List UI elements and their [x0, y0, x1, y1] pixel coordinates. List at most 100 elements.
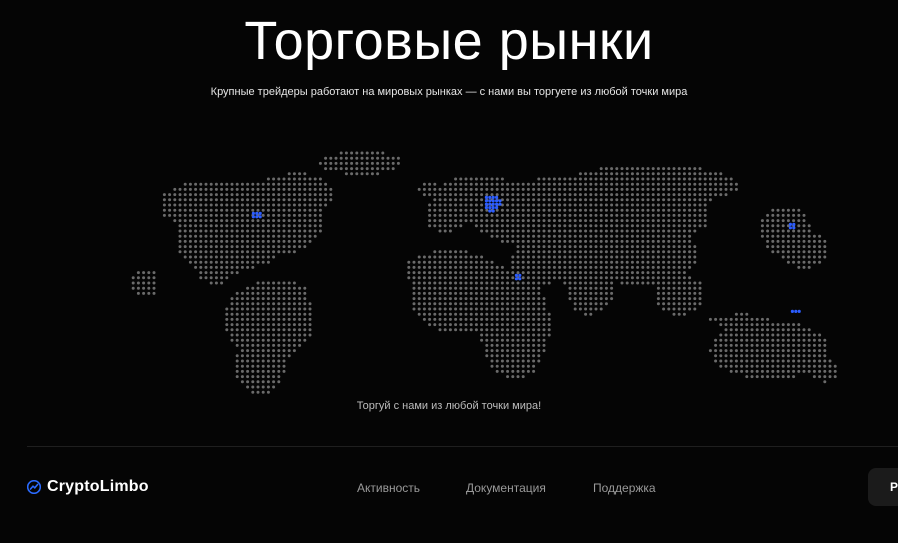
map-dot	[615, 250, 619, 254]
map-dot	[194, 250, 198, 254]
map-dot	[292, 286, 296, 290]
map-dot	[251, 380, 255, 384]
map-dot	[802, 328, 806, 332]
map-dot	[693, 177, 697, 181]
map-dot	[625, 177, 629, 181]
map-dot	[818, 349, 822, 353]
map-dot	[459, 193, 463, 197]
map-dot	[152, 281, 156, 285]
map-dot	[318, 177, 322, 181]
map-dot	[246, 245, 250, 249]
map-dot	[516, 312, 520, 316]
map-dot	[786, 349, 790, 353]
map-dot	[792, 349, 796, 353]
map-dot	[714, 343, 718, 347]
map-dot	[152, 286, 156, 290]
map-dot	[797, 234, 801, 238]
map-dot	[292, 317, 296, 321]
map-dot	[599, 265, 603, 269]
map-dot	[521, 354, 525, 358]
map-dot	[464, 203, 468, 207]
map-dot	[209, 239, 213, 243]
map-dot	[433, 255, 437, 259]
map-dot	[480, 208, 484, 212]
map-dot	[220, 239, 224, 243]
map-dot	[308, 323, 312, 327]
map-dot	[511, 229, 515, 233]
map-dot	[672, 265, 676, 269]
map-dot	[391, 156, 395, 160]
map-dot	[662, 224, 666, 228]
map-dot	[625, 167, 629, 171]
map-dot	[220, 245, 224, 249]
map-dot	[511, 260, 515, 264]
map-dot	[209, 219, 213, 223]
map-dot	[500, 297, 504, 301]
map-dot	[594, 250, 598, 254]
map-dot	[599, 219, 603, 223]
map-dot	[256, 375, 260, 379]
map-dot	[662, 198, 666, 202]
map-dot	[251, 260, 255, 264]
map-dot	[630, 219, 634, 223]
map-dot	[672, 245, 676, 249]
map-dot	[526, 229, 530, 233]
map-dot	[537, 182, 541, 186]
map-dot	[766, 343, 770, 347]
map-dot	[495, 286, 499, 290]
map-dot	[594, 224, 598, 228]
map-dot	[256, 187, 260, 191]
map-dot	[667, 302, 671, 306]
map-dot	[272, 380, 276, 384]
map-dot	[610, 213, 614, 217]
map-dot	[474, 281, 478, 285]
map-dot	[630, 260, 634, 264]
cta-button[interactable]: Р	[868, 468, 898, 506]
map-dot	[469, 213, 473, 217]
map-dot	[428, 271, 432, 275]
nav-link-activity[interactable]: Активность	[357, 481, 420, 495]
map-dot	[604, 208, 608, 212]
map-dot	[656, 198, 660, 202]
map-dot	[667, 245, 671, 249]
map-dot	[589, 302, 593, 306]
map-dot	[708, 349, 712, 353]
nav-link-support[interactable]: Поддержка	[593, 481, 656, 495]
brand-logo[interactable]: CryptoLimbo	[27, 478, 149, 496]
map-dot	[292, 187, 296, 191]
map-dot	[506, 307, 510, 311]
map-dot	[563, 187, 567, 191]
map-dot	[771, 250, 775, 254]
map-dot	[292, 224, 296, 228]
map-dot	[303, 187, 307, 191]
map-dot	[693, 198, 697, 202]
map-dot	[386, 167, 390, 171]
map-dot	[225, 213, 229, 217]
nav-link-documentation[interactable]: Документация	[466, 481, 546, 495]
map-dot	[256, 198, 260, 202]
map-dot	[220, 219, 224, 223]
map-dot	[495, 182, 499, 186]
map-dot	[578, 271, 582, 275]
map-dot	[630, 213, 634, 217]
map-dot	[610, 260, 614, 264]
map-dot	[734, 317, 738, 321]
map-dot	[266, 307, 270, 311]
map-dot	[412, 281, 416, 285]
map-dot	[313, 198, 317, 202]
map-dot	[220, 281, 224, 285]
map-dot	[464, 317, 468, 321]
map-dot	[256, 323, 260, 327]
map-dot	[578, 239, 582, 243]
map-dot	[584, 260, 588, 264]
map-dot	[500, 239, 504, 243]
map-dot	[740, 349, 744, 353]
map-dot	[807, 234, 811, 238]
map-dot	[604, 187, 608, 191]
map-dot	[521, 369, 525, 373]
map-dot	[308, 328, 312, 332]
map-dot	[563, 182, 567, 186]
map-dot	[490, 229, 494, 233]
map-dot	[277, 239, 281, 243]
map-dot	[417, 297, 421, 301]
